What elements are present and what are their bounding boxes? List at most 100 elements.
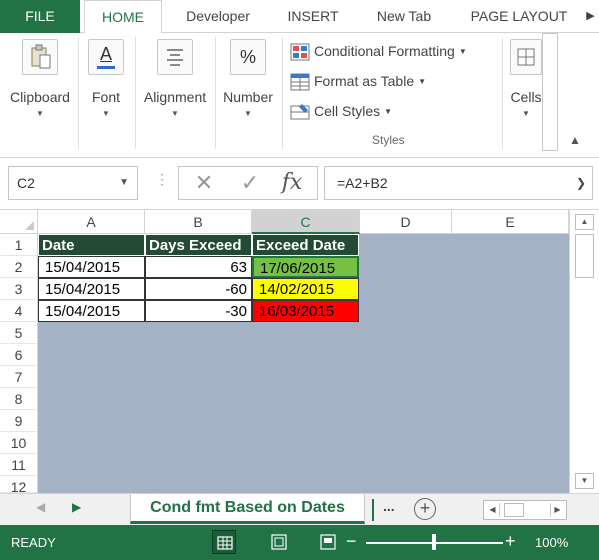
chevron-down-icon: ▼ xyxy=(384,107,393,117)
cell-b2[interactable]: 63 xyxy=(145,256,252,278)
insert-function-button[interactable]: fx xyxy=(273,167,311,199)
expand-formula-icon[interactable]: ❯ xyxy=(576,167,586,199)
chevron-down-icon: ▼ xyxy=(102,109,110,118)
horizontal-scrollbar[interactable]: ◀ ▶ xyxy=(483,500,567,520)
row-header[interactable]: 10 xyxy=(0,432,38,454)
conditional-formatting-label: Conditional Formatting xyxy=(314,43,455,59)
formula-buttons: ✕ ✓ fx xyxy=(178,166,318,200)
row-header[interactable]: 8 xyxy=(0,388,38,410)
row-header[interactable]: 3 xyxy=(0,278,38,300)
cell-c4[interactable]: 16/03/2015 xyxy=(252,300,359,322)
tab-scroll-right-icon[interactable]: ▶ xyxy=(582,0,599,33)
table-header-days-exceed[interactable]: Days Exceed xyxy=(145,234,252,256)
normal-view-icon xyxy=(217,536,233,550)
column-header-c[interactable]: C xyxy=(252,210,360,234)
page-layout-view-button[interactable] xyxy=(267,530,291,554)
number-label: Number xyxy=(223,89,273,105)
row-header[interactable]: 2 xyxy=(0,256,38,278)
tab-insert[interactable]: INSERT xyxy=(278,0,348,33)
normal-view-button[interactable] xyxy=(212,530,236,554)
more-sheets-button[interactable]: ... xyxy=(383,498,395,514)
zoom-slider-thumb[interactable] xyxy=(432,534,436,550)
column-header-a[interactable]: A xyxy=(38,210,145,234)
alignment-label: Alignment xyxy=(143,89,207,105)
cancel-icon[interactable]: ✕ xyxy=(185,167,223,199)
column-header-d[interactable]: D xyxy=(360,210,452,234)
column-header-e[interactable]: E xyxy=(452,210,569,234)
collapse-ribbon-icon[interactable]: ▲ xyxy=(569,133,581,147)
tab-developer[interactable]: Developer xyxy=(172,0,264,33)
select-all-button[interactable] xyxy=(0,210,38,234)
font-icon: A xyxy=(88,39,124,75)
cells-button[interactable]: Cells ▼ xyxy=(506,39,546,118)
cell-styles-button[interactable]: Cell Styles ▼ xyxy=(290,99,392,123)
row-header[interactable]: 12 xyxy=(0,476,38,493)
enter-check-icon[interactable]: ✓ xyxy=(231,167,269,199)
page-break-preview-icon xyxy=(320,534,336,550)
row-header[interactable]: 6 xyxy=(0,344,38,366)
ribbon: Clipboard ▼ A Font ▼ Alignment ▼ % Numbe… xyxy=(0,33,599,158)
sheet-tab-active[interactable]: Cond fmt Based on Dates xyxy=(130,494,365,524)
styles-group-label: Styles xyxy=(372,133,405,147)
ribbon-scroll-panel[interactable] xyxy=(542,33,558,151)
zoom-out-icon[interactable]: − xyxy=(346,531,357,551)
row-header[interactable]: 7 xyxy=(0,366,38,388)
scroll-right-icon[interactable]: ▶ xyxy=(550,503,564,517)
zoom-level[interactable]: 100% xyxy=(535,525,568,560)
zoom-in-icon[interactable]: + xyxy=(505,531,516,551)
cell-c2-selected[interactable]: 17/06/2015 xyxy=(252,256,359,278)
row-header[interactable]: 9 xyxy=(0,410,38,432)
scroll-up-icon[interactable]: ▲ xyxy=(575,214,594,230)
chevron-down-icon[interactable]: ▼ xyxy=(119,167,129,199)
format-as-table-button[interactable]: Format as Table ▼ xyxy=(290,69,426,93)
row-header[interactable]: 11 xyxy=(0,454,38,476)
tab-home[interactable]: HOME xyxy=(84,0,162,34)
scroll-thumb[interactable] xyxy=(575,234,594,278)
chevron-down-icon: ▼ xyxy=(171,109,179,118)
add-sheet-icon[interactable]: + xyxy=(414,498,436,520)
tab-new-tab[interactable]: New Tab xyxy=(364,0,444,33)
font-button[interactable]: A Font ▼ xyxy=(82,39,130,118)
cell-b4[interactable]: -30 xyxy=(145,300,252,322)
scroll-down-icon[interactable]: ▼ xyxy=(575,473,594,489)
horizontal-scroll-thumb[interactable] xyxy=(504,503,524,517)
row-header[interactable]: 1 xyxy=(0,234,38,256)
column-header-b[interactable]: B xyxy=(145,210,252,234)
sheet-tab-bar: ◀ ▶ Cond fmt Based on Dates ... + ◀ ▶ xyxy=(0,493,599,525)
tab-page-layout[interactable]: PAGE LAYOUT xyxy=(462,0,576,33)
alignment-button[interactable]: Alignment ▼ xyxy=(138,39,212,118)
clipboard-button[interactable]: Clipboard ▼ xyxy=(4,39,76,118)
cell-a4[interactable]: 15/04/2015 xyxy=(38,300,145,322)
align-center-icon xyxy=(157,39,193,75)
row-header[interactable]: 4 xyxy=(0,300,38,322)
table-header-date[interactable]: Date xyxy=(38,234,145,256)
conditional-formatting-button[interactable]: Conditional Formatting ▼ xyxy=(290,39,467,63)
chevron-down-icon: ▼ xyxy=(522,109,530,118)
ribbon-divider xyxy=(135,37,136,149)
cells-label: Cells xyxy=(510,89,542,105)
cell-b3[interactable]: -60 xyxy=(145,278,252,300)
formula-value: =A2+B2 xyxy=(337,175,388,191)
cells-icon xyxy=(510,39,542,75)
number-button[interactable]: % Number ▼ xyxy=(218,39,278,118)
table-header-exceed-date[interactable]: Exceed Date xyxy=(252,234,359,256)
drag-handle-icon[interactable]: ⋮ xyxy=(155,171,169,188)
cell-c3[interactable]: 14/02/2015 xyxy=(252,278,359,300)
percent-icon: % xyxy=(230,39,266,75)
row-header[interactable]: 5 xyxy=(0,322,38,344)
conditional-formatting-icon xyxy=(290,43,310,61)
ribbon-tab-bar: FILE HOME Developer INSERT New Tab PAGE … xyxy=(0,0,599,34)
cell-a3[interactable]: 15/04/2015 xyxy=(38,278,145,300)
sheet-next-icon[interactable]: ▶ xyxy=(72,500,81,514)
tab-file[interactable]: FILE xyxy=(0,0,80,33)
name-box-value: C2 xyxy=(17,175,35,191)
cell-a2[interactable]: 15/04/2015 xyxy=(38,256,145,278)
scroll-left-icon[interactable]: ◀ xyxy=(486,503,500,517)
vertical-scrollbar[interactable]: ▲ ▼ xyxy=(569,210,599,493)
page-break-preview-button[interactable] xyxy=(316,530,340,554)
sheet-prev-icon[interactable]: ◀ xyxy=(36,500,45,514)
page-layout-view-icon xyxy=(271,534,287,550)
name-box[interactable]: C2 ▼ xyxy=(8,166,138,200)
formula-input[interactable]: =A2+B2 ❯ xyxy=(324,166,593,200)
ribbon-divider xyxy=(282,37,283,149)
